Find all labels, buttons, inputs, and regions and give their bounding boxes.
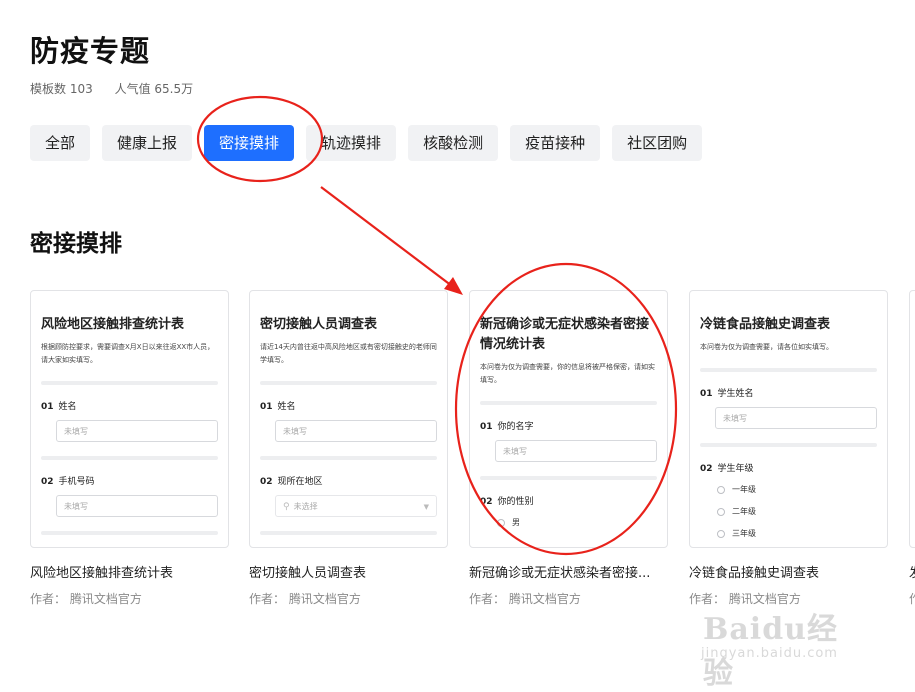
question-2: 02 现所在地区 [260,477,323,487]
template-author: 作者： 腾讯文档官方 [469,592,581,606]
template-card[interactable]: 冷链食品接触史调查表 本问卷为仅为调查需要，请各位如实填写。 01 学生姓名 未填… [689,290,888,607]
preview-input: 未填写 [495,440,657,462]
preview-input: 未填写 [275,420,437,442]
page-meta: 模板数 103 人气值 65.5万 [30,80,211,97]
template-author: 作者： 腾讯文档官方 [30,592,142,606]
tab-group-buying[interactable]: 社区团购 [612,125,703,161]
page-title: 防疫专题 [30,34,151,68]
preview-divider [41,531,218,535]
template-name[interactable]: 密切接触人员调查表 [249,562,448,581]
category-tabs: 全部 健康上报 密接摸排 轨迹摸排 核酸检测 疫苗接种 社区团购 [30,125,714,161]
question-1: 01 你的名字 [480,422,534,432]
template-name[interactable]: 发 [909,562,915,581]
template-preview[interactable]: 冷链食品接触史调查表 本问卷为仅为调查需要，请各位如实填写。 01 学生姓名 未填… [689,290,888,548]
preview-radio-option: 三年级 [717,528,877,540]
preview-radio-option: 一年级 [717,484,877,496]
preview-location-select: ⚲ 未选择 ▼ [275,495,437,517]
template-card-list: 风险地区接触排查统计表 根据顾防控要求，需要调查X月X日以来往返XX市人员，请大… [30,290,915,610]
template-author: 作者： 腾讯文档官方 [249,592,361,606]
template-preview[interactable]: 风险地区接触排查统计表 根据顾防控要求，需要调查X月X日以来往返XX市人员，请大… [30,290,229,548]
template-card[interactable]: 发 作 [909,290,915,607]
annotation-arrow-line [320,186,453,287]
template-author: 作 [909,590,915,607]
preview-description: 根据顾防控要求，需要调查X月X日以来往返XX市人员，请大家如实填写。 [41,343,215,364]
preview-divider [41,456,218,460]
template-count: 模板数 103 [30,82,93,96]
preview-divider [700,368,877,372]
template-name[interactable]: 冷链食品接触史调查表 [689,562,888,581]
tab-vaccination[interactable]: 疫苗接种 [510,125,601,161]
tab-all[interactable]: 全部 [30,125,91,161]
question-1: 01 姓名 [260,402,296,412]
tab-trajectory[interactable]: 轨迹摸排 [306,125,397,161]
preview-divider [480,401,657,405]
preview-description: 请近14天内曾往返中高风险地区或有密切接触史的老师同学填写。 [260,343,437,364]
question-2: 02 手机号码 [41,477,95,487]
preview-input: 未填写 [56,495,218,517]
preview-description: 本问卷为仅为调查需要，请各位如实填写。 [700,343,833,351]
tab-close-contact[interactable]: 密接摸排 [204,125,295,161]
template-card[interactable]: 新冠确诊或无症状感染者密接情况统计表 本问卷为仅为调查需要，你的信息将被严格保密… [469,290,668,607]
preview-title: 风险地区接触排查统计表 [41,317,185,332]
radio-icon [497,518,505,527]
template-preview[interactable] [909,290,915,548]
preview-divider [41,381,218,385]
radio-icon [717,529,725,538]
tab-health-report[interactable]: 健康上报 [102,125,193,161]
preview-input: 未填写 [715,407,877,429]
preview-title: 冷链食品接触史调查表 [700,317,831,332]
preview-divider [260,456,437,460]
template-name[interactable]: 新冠确诊或无症状感染者密接... [469,562,668,581]
template-preview[interactable]: 新冠确诊或无症状感染者密接情况统计表 本问卷为仅为调查需要，你的信息将被严格保密… [469,290,668,548]
section-title: 密接摸排 [30,231,122,257]
preview-divider [700,443,877,447]
tab-nucleic-test[interactable]: 核酸检测 [408,125,499,161]
question-2: 02 你的性别 [480,497,534,507]
preview-input: 未填写 [56,420,218,442]
preview-radio-option: 男 [497,517,657,529]
preview-divider [260,531,437,535]
question-1: 01 姓名 [41,402,77,412]
preview-title: 新冠确诊或无症状感染者密接情况统计表 [480,317,650,352]
watermark-url: jingyan.baidu.com [701,646,838,661]
template-name[interactable]: 风险地区接触排查统计表 [30,562,229,581]
template-preview[interactable]: 密切接触人员调查表 请近14天内曾往返中高风险地区或有密切接触史的老师同学填写。… [249,290,448,548]
preview-divider [480,476,657,480]
template-card[interactable]: 密切接触人员调查表 请近14天内曾往返中高风险地区或有密切接触史的老师同学填写。… [249,290,448,607]
popularity-value: 人气值 65.5万 [114,82,194,96]
question-2: 02 学生年级 [700,464,754,474]
location-pin-icon: ⚲ [283,502,290,512]
baidu-jingyan-watermark: Baidu经验 jingyan.baidu.com [697,604,867,691]
question-1: 01 学生姓名 [700,389,754,399]
preview-description: 本问卷为仅为调查需要，你的信息将被严格保密，请如实填写。 [480,363,655,384]
template-card[interactable]: 风险地区接触排查统计表 根据顾防控要求，需要调查X月X日以来往返XX市人员，请大… [30,290,229,607]
radio-icon [717,485,725,494]
preview-title: 密切接触人员调查表 [260,317,378,332]
preview-radio-option: 二年级 [717,506,877,518]
chevron-down-icon: ▼ [423,503,429,511]
radio-icon [717,507,725,516]
preview-divider [260,381,437,385]
